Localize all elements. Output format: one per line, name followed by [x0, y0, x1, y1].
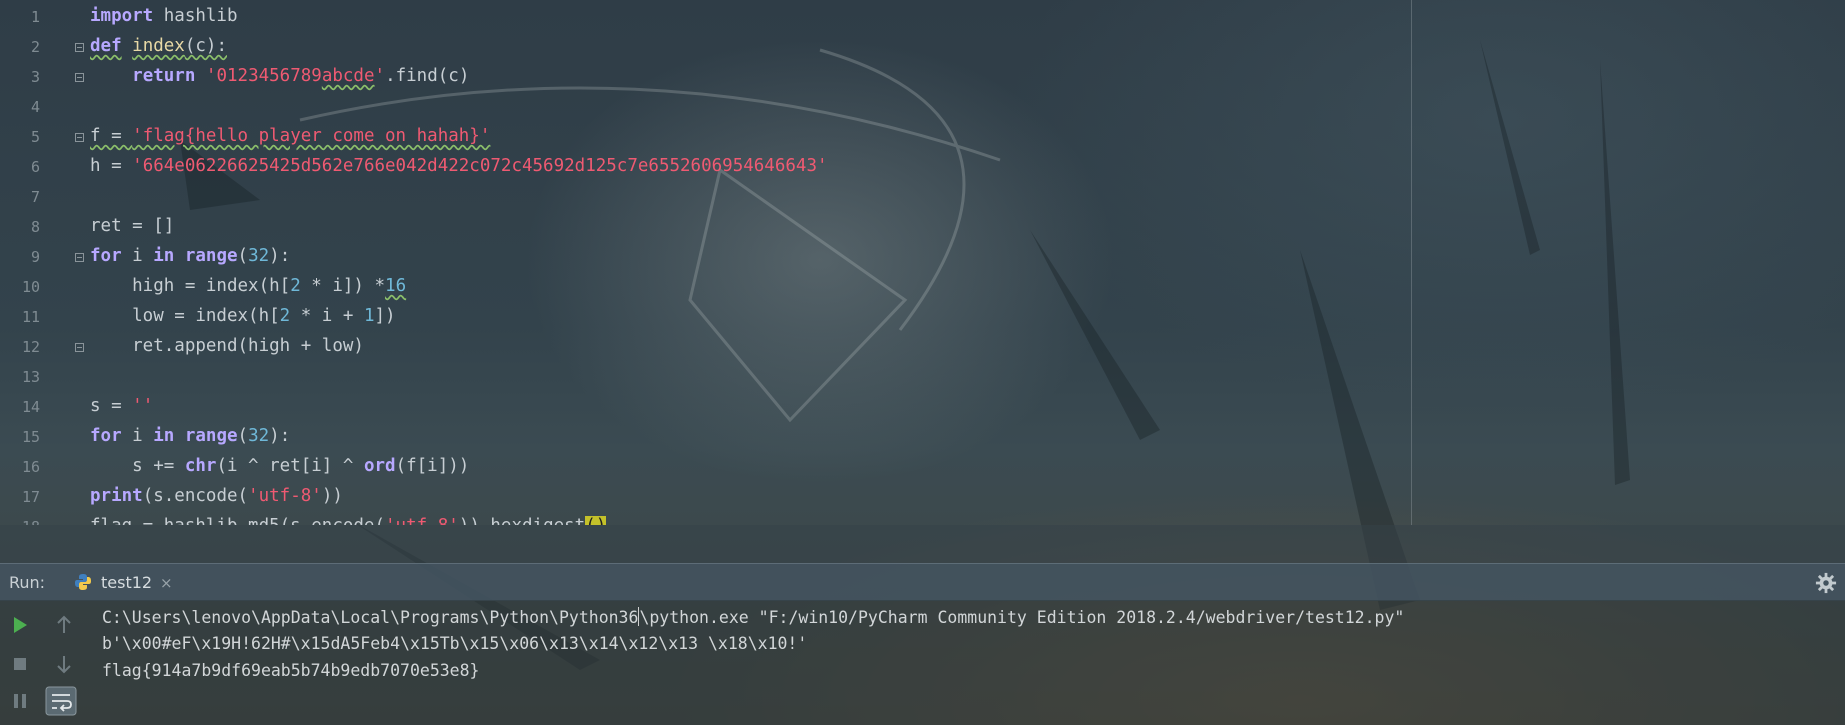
python-file-icon	[75, 574, 91, 590]
line-number: 1	[30, 8, 40, 26]
code-line[interactable]: s += chr(i ^ ret[i] ^ ord(f[i]))	[90, 455, 469, 477]
right-margin-guide	[1411, 0, 1412, 525]
run-tab-test12[interactable]: test12 ×	[70, 564, 180, 601]
code-editor[interactable]: 1 import hashlib 2 def index(c): 3 return '0…	[0, 0, 1845, 525]
line-number: 8	[30, 218, 40, 236]
code-line[interactable]: print(s.encode('utf-8'))	[90, 485, 343, 507]
code-line[interactable]: ret.append(high + low)	[90, 335, 364, 357]
run-icon[interactable]	[7, 612, 33, 638]
code-line[interactable]: def index(c):	[90, 35, 227, 57]
tab-label: test12	[101, 573, 153, 592]
soft-wrap-icon[interactable]	[45, 686, 77, 716]
fold-marker-icon[interactable]	[75, 43, 84, 52]
run-toolbar	[0, 600, 80, 725]
run-tool-window-header: Run: test12 ×	[0, 563, 1845, 601]
line-number: 7	[30, 188, 40, 206]
line-number: 10	[21, 278, 40, 296]
arrow-down-icon[interactable]	[51, 651, 77, 677]
line-number: 13	[21, 368, 40, 386]
console-line: C:\Users\lenovo\AppData\Local\Programs\P…	[102, 607, 1405, 627]
line-number: 17	[21, 488, 40, 506]
code-line[interactable]: flag = hashlib.md5(s.encode('utf-8')).he…	[90, 515, 607, 525]
run-label: Run:	[9, 573, 46, 592]
code-line[interactable]: low = index(h[2 * i + 1])	[90, 305, 395, 327]
console-line: flag{914a7b9df69eab5b74b9edb7070e53e8}	[102, 661, 480, 680]
code-line[interactable]: s = ''	[90, 395, 153, 417]
line-number: 18	[0, 518, 40, 525]
line-number: 15	[21, 428, 40, 446]
console-line: b'\x00#eF\x19H!62H#\x15dA5Feb4\x15Tb\x15…	[102, 634, 808, 653]
code-line[interactable]: for i in range(32):	[90, 425, 290, 447]
line-number: 3	[30, 68, 40, 86]
line-number: 5	[30, 128, 40, 146]
close-icon[interactable]: ×	[160, 574, 173, 592]
line-number: 16	[21, 458, 40, 476]
code-line[interactable]: f = 'flag{hello player come on hahah}'	[90, 125, 490, 147]
gear-icon[interactable]	[1815, 572, 1837, 594]
code-line[interactable]: import hashlib	[90, 5, 238, 27]
code-line[interactable]: h = '664e06226625425d562e766e042d422c072…	[90, 155, 828, 177]
line-number: 11	[21, 308, 40, 326]
line-number: 6	[30, 158, 40, 176]
line-number: 9	[30, 248, 40, 266]
line-number: 12	[21, 338, 40, 356]
arrow-up-icon[interactable]	[51, 612, 77, 638]
fold-marker-icon[interactable]	[75, 253, 84, 262]
editor-bottom-area	[0, 525, 1845, 563]
fold-marker-icon[interactable]	[75, 343, 84, 352]
code-line[interactable]: for i in range(32):	[90, 245, 290, 267]
run-console-panel: C:\Users\lenovo\AppData\Local\Programs\P…	[0, 600, 1845, 725]
line-number: 14	[21, 398, 40, 416]
pause-icon[interactable]	[7, 688, 33, 714]
code-line[interactable]: high = index(h[2 * i]) *16	[90, 275, 406, 297]
fold-marker-icon[interactable]	[75, 73, 84, 82]
fold-marker-icon[interactable]	[75, 133, 84, 142]
code-line[interactable]: ret = []	[90, 215, 174, 237]
code-line[interactable]: return '0123456789abcde'.find(c)	[90, 65, 469, 87]
line-number: 2	[30, 38, 40, 56]
stop-icon[interactable]	[7, 651, 33, 677]
line-number: 4	[30, 98, 40, 116]
